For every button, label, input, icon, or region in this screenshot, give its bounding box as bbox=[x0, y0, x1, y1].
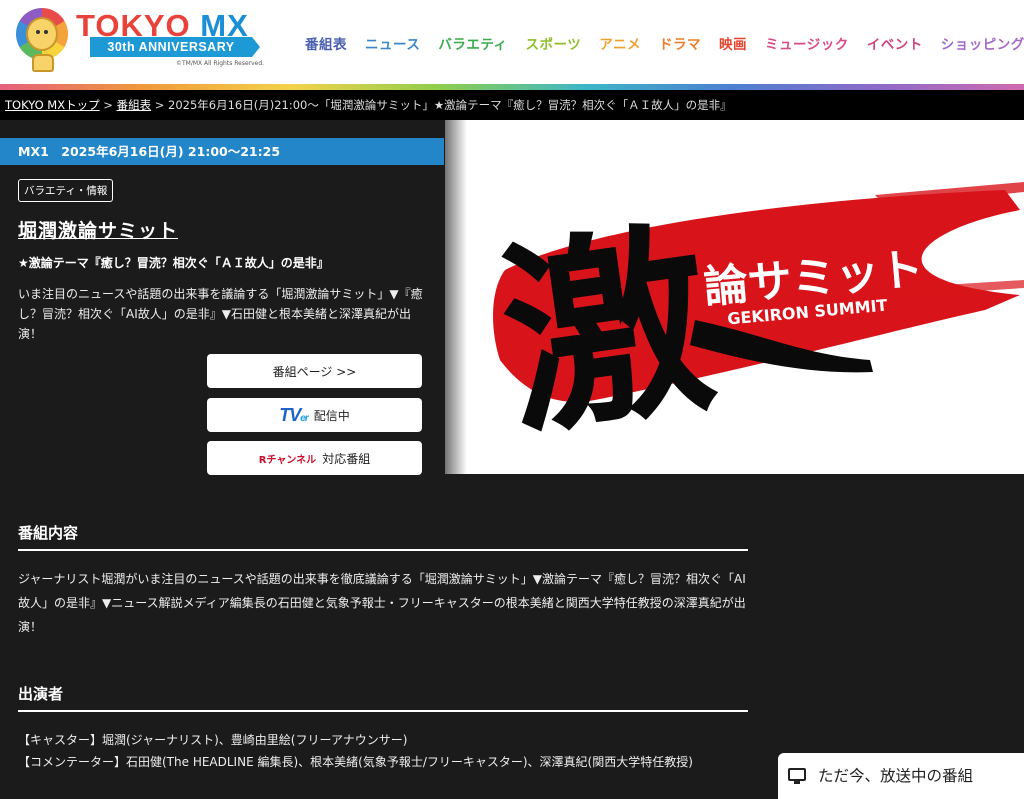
now-on-air-label: ただ今、放送中の番組 bbox=[818, 767, 974, 785]
site-header: TOKYO MX 30th ANNIVERSARY ©TM/MX All Rig… bbox=[0, 0, 1024, 84]
nav-item-event[interactable]: イベント bbox=[858, 33, 932, 53]
main-nav: 番組表 ニュース バラエティ スポーツ アニメ ドラマ 映画 ミュージック イベ… bbox=[296, 33, 1024, 53]
nav-item-variety[interactable]: バラエティ bbox=[429, 33, 516, 53]
program-subtitle: ★激論テーマ『癒し？冒涜？相次ぐ「ＡＩ故人」の是非』 bbox=[18, 256, 329, 270]
program-title[interactable]: 堀潤激論サミット bbox=[18, 216, 178, 243]
nav-item-music[interactable]: ミュージック bbox=[756, 33, 858, 53]
nav-item-news[interactable]: ニュース bbox=[356, 33, 429, 53]
tver-logo-icon: TVer bbox=[279, 404, 309, 426]
breadcrumb-schedule-link[interactable]: 番組表 bbox=[117, 98, 152, 112]
nav-item-schedule[interactable]: 番組表 bbox=[296, 33, 356, 53]
hero-kanji: 激 bbox=[489, 199, 725, 465]
mascot-face bbox=[26, 17, 58, 51]
program-info-panel: MX1 2025年6月16日(月) 21:00～21:25 バラエティ・情報 堀… bbox=[0, 120, 445, 475]
copyright-text: ©TM/MX All Rights Reserved. bbox=[176, 60, 265, 67]
mascot-body bbox=[32, 54, 54, 72]
program-summary: いま注目のニュースや話題の出来事を議論する「堀潤激論サミット」▼『癒し？冒涜？相… bbox=[18, 287, 423, 341]
details-heading: 番組内容 bbox=[18, 524, 79, 542]
tver-logo-text: TV bbox=[279, 404, 301, 425]
breadcrumb: TOKYO MXトップ > 番組表 > 2025年6月16日(月)21:00～「… bbox=[0, 90, 1024, 120]
gekiron-logo-art: 激 論サミット GEKIRON SUMMIT bbox=[489, 182, 1024, 465]
nav-item-drama[interactable]: ドラマ bbox=[650, 33, 710, 53]
breadcrumb-home-link[interactable]: TOKYO MXトップ bbox=[5, 98, 100, 112]
nav-item-movie[interactable]: 映画 bbox=[710, 33, 756, 53]
tver-logo-small: er bbox=[300, 412, 309, 424]
nav-item-sports[interactable]: スポーツ bbox=[517, 33, 591, 53]
tv-icon bbox=[788, 768, 806, 784]
mascot-icon bbox=[16, 8, 68, 60]
genre-badge: バラエティ・情報 bbox=[18, 179, 114, 202]
program-key-visual: 激 論サミット GEKIRON SUMMIT bbox=[445, 120, 1024, 474]
program-page-label: 番組ページ >> bbox=[272, 364, 357, 379]
now-on-air-tab[interactable]: ただ今、放送中の番組 bbox=[778, 753, 1024, 799]
cast-line-commentators: 【コメンテーター】石田健(The HEADLINE 編集長)、根本美緒(気象予報… bbox=[18, 755, 693, 769]
details-divider bbox=[18, 549, 748, 551]
cast-heading: 出演者 bbox=[18, 685, 64, 703]
cast-line-casters: 【キャスター】堀潤(ジャーナリスト)、豊崎由里絵(フリーアナウンサー) bbox=[18, 733, 408, 747]
breadcrumb-separator: > bbox=[99, 98, 117, 112]
r-channel-button[interactable]: Rチャンネル 対応番組 bbox=[207, 441, 422, 475]
tver-button[interactable]: TVer 配信中 bbox=[207, 398, 422, 432]
hero-shadow bbox=[445, 120, 467, 474]
anniversary-ribbon: 30th ANNIVERSARY bbox=[90, 37, 260, 57]
breadcrumb-current: 2025年6月16日(月)21:00～「堀潤激論サミット」★激論テーマ『癒し？冒… bbox=[168, 98, 732, 112]
tver-label: 配信中 bbox=[313, 408, 350, 423]
cast-divider bbox=[18, 710, 748, 712]
tokyo-mx-logo[interactable]: TOKYO MX 30th ANNIVERSARY ©TM/MX All Rig… bbox=[16, 8, 265, 76]
nav-item-anime[interactable]: アニメ bbox=[590, 33, 650, 53]
breadcrumb-separator: > bbox=[151, 98, 169, 112]
r-channel-logo-icon: Rチャンネル bbox=[258, 454, 317, 466]
nav-item-shopping[interactable]: ショッピング bbox=[932, 33, 1024, 53]
details-text: ジャーナリスト堀潤がいま注目のニュースや話題の出来事を徹底議論する「堀潤激論サミ… bbox=[18, 572, 746, 634]
airtime-bar: MX1 2025年6月16日(月) 21:00～21:25 bbox=[0, 138, 444, 165]
program-page-button[interactable]: 番組ページ >> bbox=[207, 354, 422, 388]
r-channel-label: 対応番組 bbox=[322, 451, 371, 466]
